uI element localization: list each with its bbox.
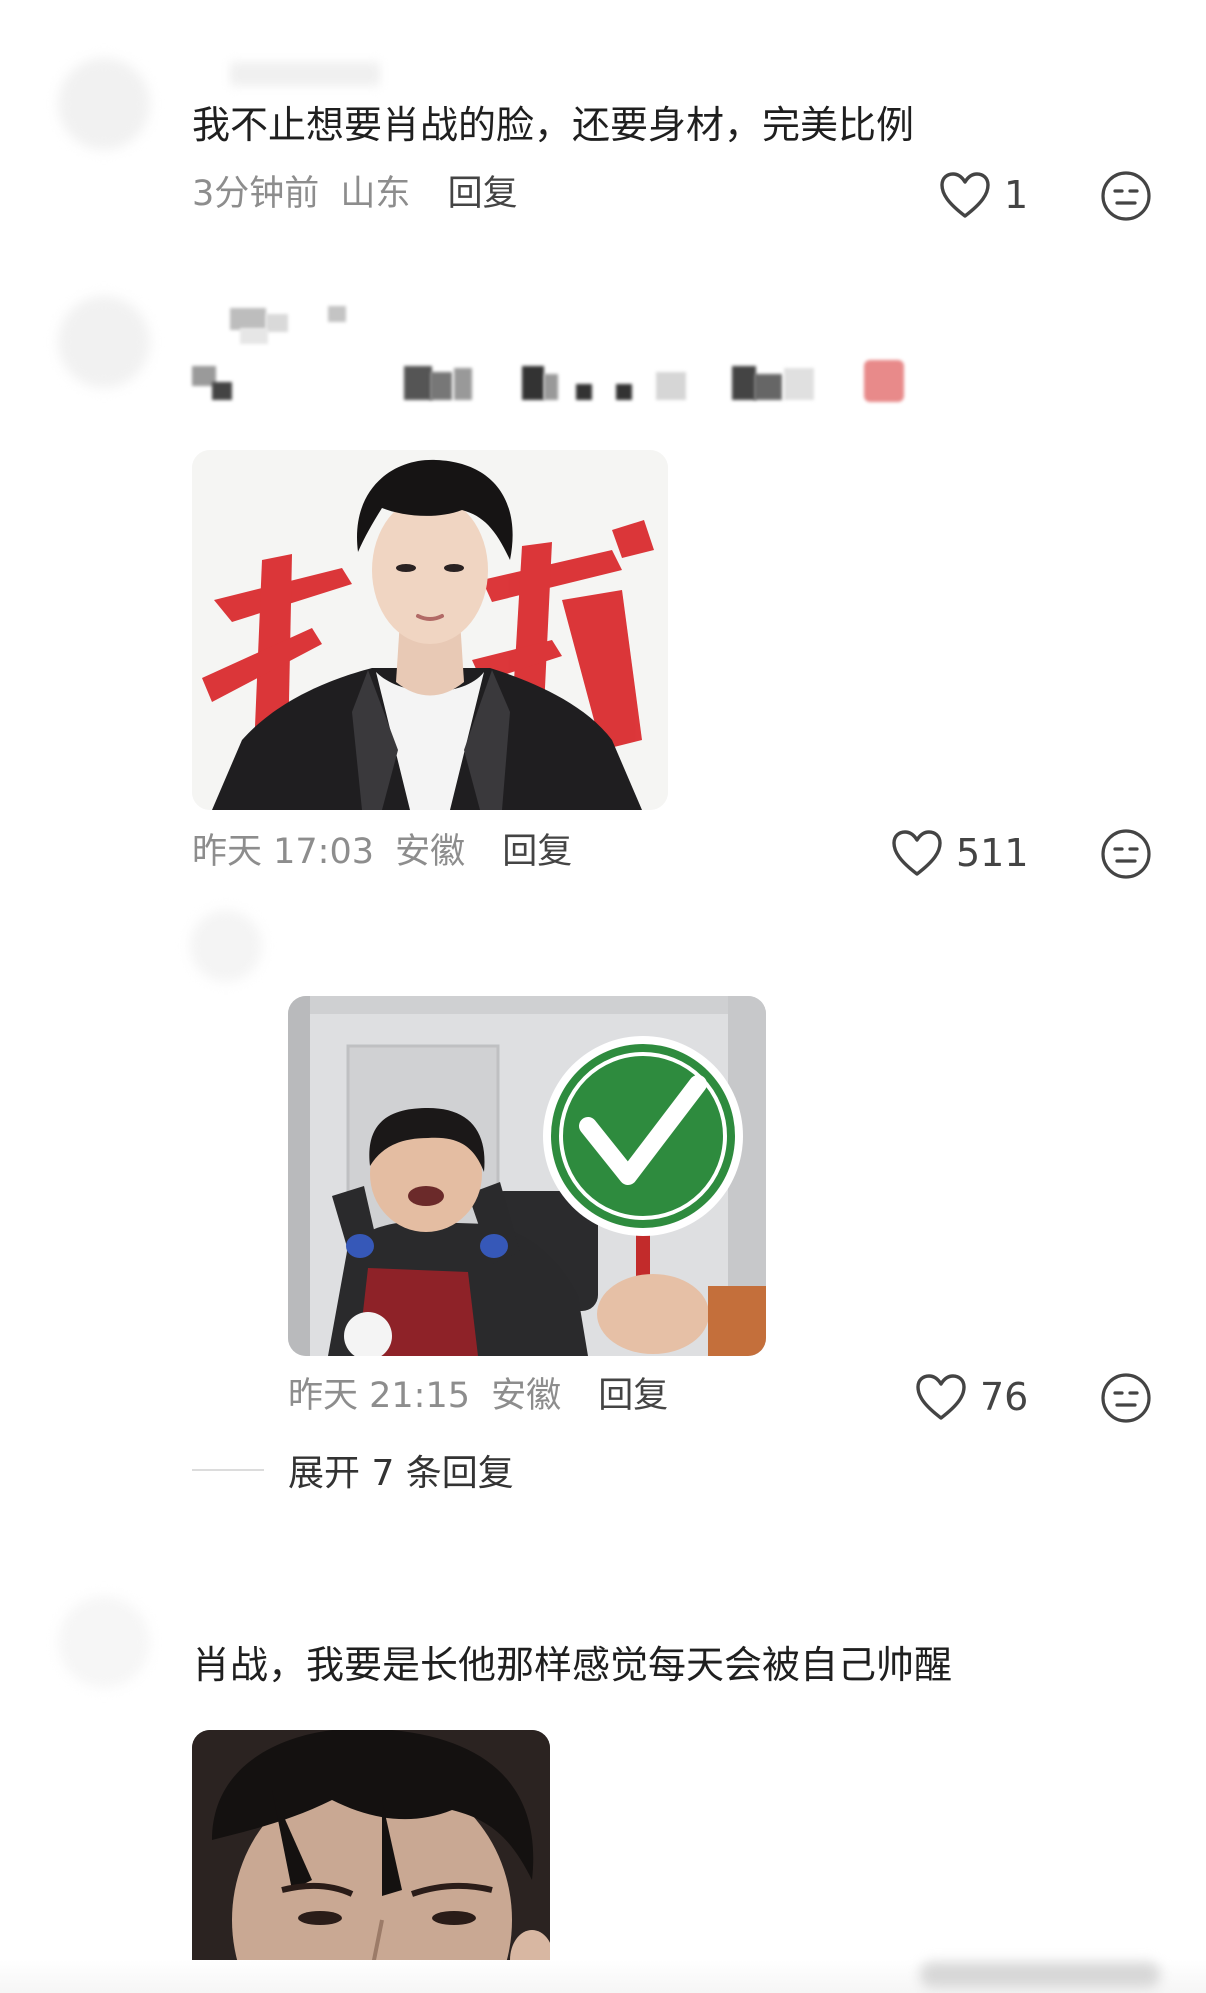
- comment-image[interactable]: [192, 450, 668, 810]
- like-button[interactable]: 1: [938, 170, 1028, 220]
- reply-button[interactable]: 回复: [598, 1376, 668, 1416]
- comment-meta: 3分钟前 山东 回复: [192, 172, 518, 216]
- comment-location: 山东: [340, 174, 411, 214]
- comment-time: 昨天 17:03: [192, 832, 374, 872]
- avatar[interactable]: [190, 910, 262, 982]
- comment-location: 安徽: [395, 832, 466, 872]
- comment-meta: 昨天 21:15 安徽 回复: [288, 1374, 668, 1418]
- comment-time: 3分钟前: [192, 174, 320, 214]
- avatar[interactable]: [58, 1596, 150, 1688]
- like-button[interactable]: 76: [914, 1372, 1028, 1422]
- comment-text: 肖战，我要是长他那样感觉每天会被自己帅醒: [192, 1643, 953, 1687]
- reply-button[interactable]: 回复: [448, 174, 518, 214]
- comment-text: 我不止想要肖战的脸，还要身材，完美比例: [192, 103, 915, 147]
- expressionless-face-icon[interactable]: [1100, 170, 1152, 222]
- comment-time: 昨天 21:15: [288, 1376, 470, 1416]
- divider: [192, 1469, 264, 1471]
- comment-meta: 昨天 17:03 安徽 回复: [192, 830, 572, 874]
- celebrity-closeup-photo: [192, 1730, 550, 1993]
- heart-outline-icon: [940, 172, 990, 218]
- comment-location: 安徽: [491, 1376, 562, 1416]
- username-pixelated[interactable]: [230, 300, 350, 352]
- expand-replies-label: 展开 7 条回复: [288, 1453, 514, 1494]
- heart-outline-icon: [892, 830, 942, 876]
- like-count: 76: [980, 1375, 1029, 1419]
- expand-replies-button[interactable]: 展开 7 条回复: [192, 1444, 514, 1496]
- bottom-blurred-hint: [920, 1962, 1160, 1988]
- heart-outline-icon: [916, 1374, 966, 1420]
- like-count: 1: [1004, 173, 1029, 217]
- reply-button[interactable]: 回复: [502, 832, 572, 872]
- expressionless-face-icon[interactable]: [1100, 1372, 1152, 1424]
- username-blurred[interactable]: [230, 62, 380, 86]
- comment-image[interactable]: [288, 996, 766, 1356]
- comment-image[interactable]: [192, 1730, 550, 1993]
- comment-text-pixelated: [192, 360, 932, 410]
- avatar[interactable]: [58, 296, 150, 388]
- like-button[interactable]: 511: [890, 828, 1029, 878]
- avatar[interactable]: [58, 58, 150, 150]
- celebrity-photo: [192, 450, 668, 810]
- reaction-meme-photo: [288, 996, 766, 1356]
- expressionless-face-icon[interactable]: [1100, 828, 1152, 880]
- like-count: 511: [956, 831, 1029, 875]
